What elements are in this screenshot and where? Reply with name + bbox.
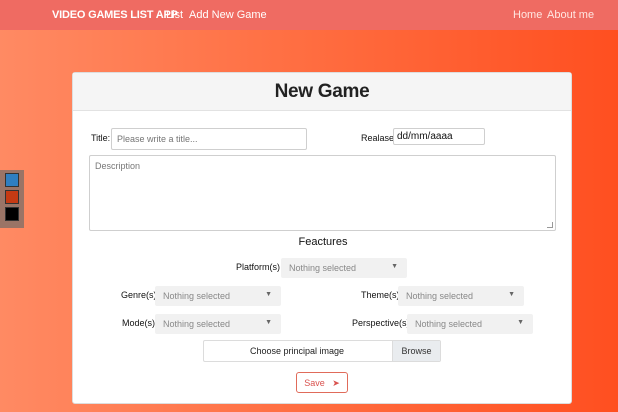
platform-label: Platform(s): [236, 262, 281, 272]
color-swatch-black[interactable]: [5, 207, 19, 221]
mode-select[interactable]: Nothing selected ▼: [155, 314, 281, 334]
chevron-down-icon: ▼: [517, 319, 524, 326]
platform-select-value: Nothing selected: [289, 263, 357, 273]
color-swatch-blue[interactable]: [5, 173, 19, 187]
file-input-label: Choose principal image: [249, 346, 345, 356]
mode-select-value: Nothing selected: [163, 319, 231, 329]
chevron-down-icon: ▼: [508, 291, 515, 298]
chevron-down-icon: ▼: [265, 291, 272, 298]
navbar: VIDEO GAMES LIST APP List Add New Game H…: [0, 0, 618, 30]
perspective-select[interactable]: Nothing selected ▼: [407, 314, 533, 334]
chevron-down-icon: ▼: [265, 319, 272, 326]
release-label: Realase:: [361, 133, 397, 143]
release-date-input[interactable]: dd/mm/aaaa: [393, 128, 485, 145]
new-game-card: New Game Title: Realase: dd/mm/aaaa Desc…: [72, 72, 572, 404]
genre-label: Genre(s): [121, 290, 157, 300]
card-header: New Game: [73, 73, 571, 111]
brand-link[interactable]: VIDEO GAMES LIST APP: [52, 9, 178, 21]
theme-select-value: Nothing selected: [406, 291, 474, 301]
features-heading: Feactures: [298, 236, 348, 248]
genre-select-value: Nothing selected: [163, 291, 231, 301]
genre-select[interactable]: Nothing selected ▼: [155, 286, 281, 306]
title-input[interactable]: [111, 128, 307, 150]
nav-link-about-me[interactable]: About me: [547, 9, 594, 21]
color-swatch-red[interactable]: [5, 190, 19, 204]
platform-select[interactable]: Nothing selected ▼: [281, 258, 407, 278]
perspective-select-value: Nothing selected: [415, 319, 483, 329]
page-title: New Game: [274, 81, 370, 102]
paper-plane-icon: ➤: [332, 378, 340, 388]
theme-label: Theme(s): [361, 290, 400, 300]
nav-link-add-new-game[interactable]: Add New Game: [189, 9, 267, 21]
nav-link-list[interactable]: List: [166, 9, 183, 21]
title-label: Title:: [91, 133, 111, 143]
perspective-label: Perspective(s): [352, 318, 410, 328]
chevron-down-icon: ▼: [391, 263, 398, 270]
save-button-label: Save: [304, 378, 325, 388]
nav-link-home[interactable]: Home: [513, 9, 542, 21]
color-palette: [0, 170, 24, 228]
browse-button[interactable]: Browse: [392, 341, 440, 361]
principal-image-file-input[interactable]: Choose principal image Browse: [203, 340, 441, 362]
description-placeholder: Description: [95, 161, 141, 171]
save-button[interactable]: Save ➤: [296, 372, 348, 393]
resize-handle[interactable]: [547, 222, 553, 228]
mode-label: Mode(s): [122, 318, 156, 328]
theme-select[interactable]: Nothing selected ▼: [398, 286, 524, 306]
description-textarea[interactable]: Description: [89, 155, 556, 231]
